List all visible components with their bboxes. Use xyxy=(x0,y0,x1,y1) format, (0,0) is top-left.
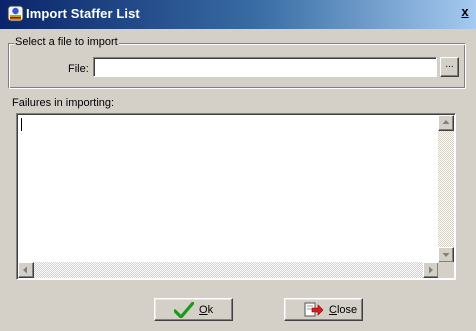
app-icon xyxy=(6,5,25,24)
ok-button[interactable]: Ok xyxy=(154,298,233,321)
file-select-legend: Select a file to import xyxy=(14,36,119,48)
door-exit-arrow-icon xyxy=(304,302,324,321)
checkmark-icon xyxy=(173,301,195,321)
scroll-left-button[interactable] xyxy=(18,262,34,278)
failures-textarea[interactable] xyxy=(16,113,456,280)
scrollbar-corner xyxy=(438,262,454,278)
vertical-scrollbar[interactable] xyxy=(438,115,454,262)
ok-label: Ok xyxy=(199,304,214,316)
close-button[interactable]: Close xyxy=(284,298,363,321)
scroll-right-button[interactable] xyxy=(423,262,439,278)
horizontal-scrollbar[interactable] xyxy=(18,262,439,278)
title-bar[interactable]: Import Staffer List x xyxy=(0,0,476,29)
window-title: Import Staffer List xyxy=(26,6,140,21)
failures-label: Failures in importing: xyxy=(12,97,115,109)
close-window-button[interactable]: x xyxy=(457,5,473,21)
arrow-up-icon xyxy=(442,120,450,124)
file-path-input[interactable] xyxy=(93,57,437,77)
arrow-down-icon xyxy=(442,253,450,257)
scroll-down-button[interactable] xyxy=(438,247,454,263)
text-caret xyxy=(21,118,22,131)
import-staffer-dialog: Import Staffer List x Select a file to i… xyxy=(0,0,476,331)
arrow-left-icon xyxy=(23,266,27,274)
file-label: File: xyxy=(68,63,89,75)
browse-button[interactable]: ... xyxy=(440,57,459,77)
scroll-up-button[interactable] xyxy=(438,115,454,131)
arrow-right-icon xyxy=(429,266,433,274)
close-label: Close xyxy=(329,304,358,316)
